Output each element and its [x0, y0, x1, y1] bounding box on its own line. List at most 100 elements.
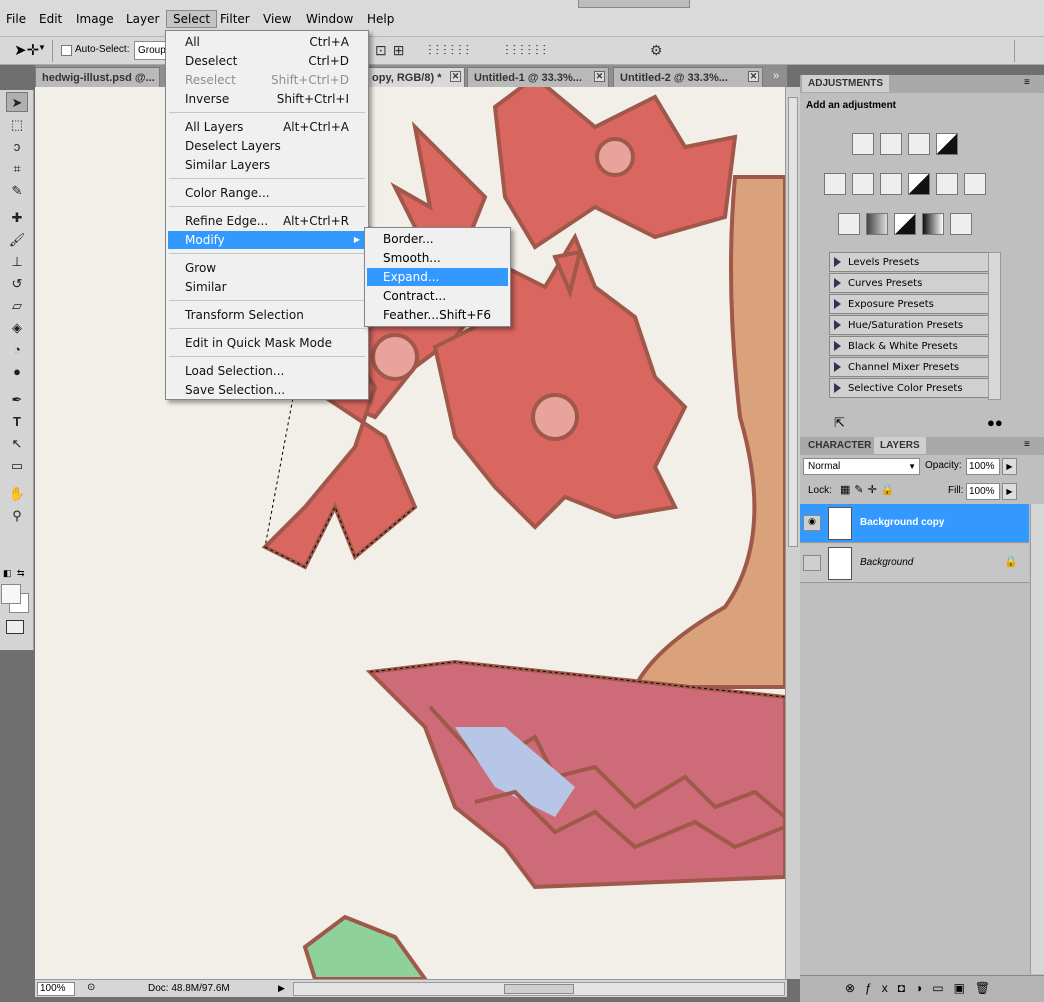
layers-scrollbar[interactable] — [1030, 504, 1044, 974]
menu-item-save-selection[interactable]: Save Selection... — [168, 381, 366, 399]
vibrance-icon[interactable] — [824, 173, 846, 195]
layer-row-background[interactable]: Background 🔒 — [800, 544, 1029, 583]
menu-edit[interactable]: Edit — [33, 11, 68, 27]
menu-item-all[interactable]: All Ctrl+A — [168, 33, 366, 51]
menu-item-load-selection[interactable]: Load Selection... — [168, 362, 366, 380]
panel-menu-icon[interactable]: ≡ — [1024, 439, 1030, 450]
align-icons[interactable]: ⫶⫶⫶⫶⫶⫶ — [428, 42, 473, 59]
lock-options-icons[interactable]: ▦✎✛🔒 — [840, 483, 899, 496]
foreground-color-swatch[interactable] — [1, 584, 21, 604]
channel-mixer-icon[interactable] — [964, 173, 986, 195]
submenu-item-border[interactable]: Border... — [367, 230, 508, 248]
scrollbar-thumb[interactable] — [788, 97, 798, 547]
tab-character[interactable]: CHARACTER — [802, 437, 877, 454]
brush-tool-icon[interactable]: 🖌 — [6, 230, 28, 250]
healing-brush-tool-icon[interactable]: ✚ — [6, 208, 28, 228]
eraser-tool-icon[interactable]: ▱ — [6, 296, 28, 316]
tab-untitled-1[interactable]: Untitled-1 @ 33.3%... ✕ — [467, 67, 609, 87]
menu-select[interactable]: Select — [166, 10, 218, 28]
menu-item-transform-selection[interactable]: Transform Selection — [168, 306, 366, 324]
hand-tool-icon[interactable]: ✋ — [6, 484, 28, 504]
menu-item-deselect-layers[interactable]: Deselect Layers — [168, 137, 366, 155]
curves-icon[interactable] — [908, 133, 930, 155]
preset-black-white[interactable]: Black & White Presets — [829, 336, 999, 356]
presets-scrollbar[interactable] — [988, 252, 1001, 400]
submenu-item-feather[interactable]: Feather... Shift+F6 — [367, 306, 508, 324]
window-control-strip[interactable] — [578, 0, 690, 8]
layer-name[interactable]: Background — [860, 557, 913, 568]
return-to-list-icon[interactable]: ⇱ — [834, 415, 845, 431]
menu-layer[interactable]: Layer — [120, 11, 165, 27]
submenu-item-contract[interactable]: Contract... — [367, 287, 508, 305]
preset-channel-mixer[interactable]: Channel Mixer Presets — [829, 357, 999, 377]
preset-selective-color[interactable]: Selective Color Presets — [829, 378, 999, 398]
eye-icon[interactable]: ◉ — [803, 515, 821, 531]
status-icon[interactable]: ⊙ — [87, 982, 95, 993]
photo-filter-icon[interactable] — [936, 173, 958, 195]
tab-hedwig-illust[interactable]: hedwig-illust.psd @... — [35, 67, 160, 87]
preset-levels[interactable]: Levels Presets — [829, 252, 999, 272]
move-tool-icon[interactable]: ➤ — [6, 92, 28, 112]
panel-menu-icon[interactable]: ≡ — [1024, 77, 1030, 88]
zoom-tool-icon[interactable]: ⚲ — [6, 506, 28, 526]
menu-item-color-range[interactable]: Color Range... — [168, 184, 366, 202]
submenu-item-smooth[interactable]: Smooth... — [367, 249, 508, 267]
shape-tool-icon[interactable]: ▭ — [6, 456, 28, 476]
close-icon[interactable]: ✕ — [594, 71, 605, 82]
menu-file[interactable]: File — [0, 11, 32, 27]
auto-select-dropdown[interactable]: Group — [134, 41, 166, 60]
menu-item-grow[interactable]: Grow — [168, 259, 366, 277]
crop-tool-icon[interactable]: ⌗ — [6, 159, 28, 179]
visibility-toggle[interactable] — [803, 555, 821, 571]
clip-to-layer-icon[interactable]: ●● — [987, 415, 1003, 430]
marquee-tool-icon[interactable]: ⬚ — [6, 115, 28, 135]
menu-item-similar[interactable]: Similar — [168, 278, 366, 296]
menu-item-all-layers[interactable]: All Layers Alt+Ctrl+A — [168, 118, 366, 136]
menu-item-quick-mask[interactable]: Edit in Quick Mask Mode — [168, 334, 366, 352]
paint-bucket-tool-icon[interactable]: ◈ — [6, 318, 28, 338]
zoom-level-field[interactable]: 100% — [37, 982, 75, 996]
type-tool-icon[interactable]: T — [6, 412, 28, 432]
opacity-slider-arrow-icon[interactable]: ▶ — [1002, 458, 1017, 475]
menu-item-deselect[interactable]: Deselect Ctrl+D — [168, 52, 366, 70]
more-tabs-icon[interactable]: » — [773, 70, 779, 82]
color-balance-icon[interactable] — [880, 173, 902, 195]
blend-mode-dropdown[interactable]: Normal ▼ — [803, 458, 920, 475]
canvas-vertical-scrollbar[interactable] — [785, 87, 800, 979]
invert-icon[interactable] — [838, 213, 860, 235]
selective-color-icon[interactable] — [950, 213, 972, 235]
preset-hue-saturation[interactable]: Hue/Saturation Presets — [829, 315, 999, 335]
layer-name[interactable]: Background copy — [860, 517, 944, 528]
menu-view[interactable]: View — [257, 11, 297, 27]
preset-curves[interactable]: Curves Presets — [829, 273, 999, 293]
hue-saturation-icon[interactable] — [852, 173, 874, 195]
menu-item-modify[interactable]: Modify ▶ — [168, 231, 366, 249]
path-selection-tool-icon[interactable]: ↖ — [6, 434, 28, 454]
menu-image[interactable]: Image — [70, 11, 120, 27]
fill-slider-arrow-icon[interactable]: ▶ — [1002, 483, 1017, 500]
menu-item-inverse[interactable]: Inverse Shift+Ctrl+I — [168, 90, 366, 108]
menu-item-refine-edge[interactable]: Refine Edge... Alt+Ctrl+R — [168, 212, 366, 230]
quick-mask-icon[interactable] — [6, 620, 24, 634]
gradient-map-icon[interactable] — [922, 213, 944, 235]
menu-window[interactable]: Window — [300, 11, 359, 27]
brightness-contrast-icon[interactable] — [852, 133, 874, 155]
pen-tool-icon[interactable]: ✒ — [6, 390, 28, 410]
exposure-icon[interactable] — [936, 133, 958, 155]
submenu-item-expand[interactable]: Expand... — [367, 268, 508, 286]
lasso-tool-icon[interactable]: ↄ — [6, 137, 28, 157]
scrollbar-thumb[interactable] — [504, 984, 574, 994]
dodge-tool-icon[interactable]: ● — [6, 362, 28, 382]
black-white-icon[interactable] — [908, 173, 930, 195]
status-menu-arrow-icon[interactable]: ▶ — [278, 983, 285, 994]
canvas-horizontal-scrollbar[interactable] — [293, 982, 785, 996]
preset-exposure[interactable]: Exposure Presets — [829, 294, 999, 314]
posterize-icon[interactable] — [866, 213, 888, 235]
clone-stamp-tool-icon[interactable]: ⊥ — [6, 252, 28, 272]
swap-colors-icon[interactable]: ⇆ — [17, 568, 25, 579]
menu-item-similar-layers[interactable]: Similar Layers — [168, 156, 366, 174]
auto-select-checkbox[interactable] — [61, 45, 72, 56]
tab-layers[interactable]: LAYERS — [874, 437, 926, 454]
default-colors-icon[interactable]: ◧ — [3, 568, 12, 579]
history-brush-tool-icon[interactable]: ↺ — [6, 274, 28, 294]
